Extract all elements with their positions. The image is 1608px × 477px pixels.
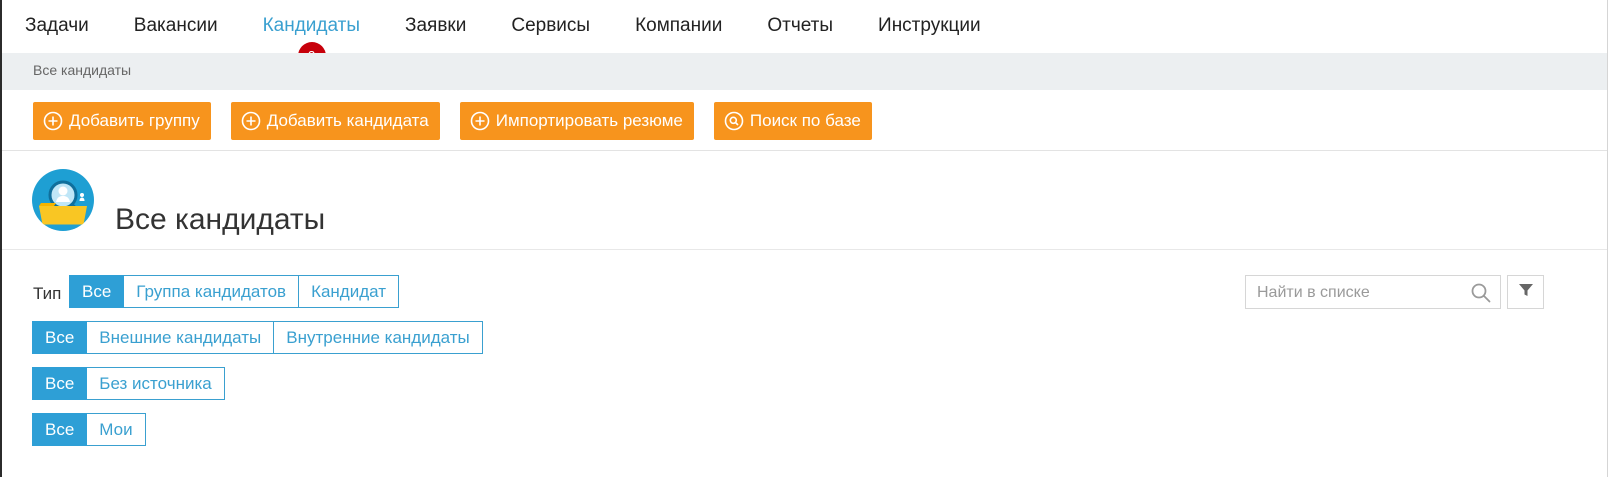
type-filter-all[interactable]: Все: [69, 275, 125, 308]
nav-item-requests[interactable]: Заявки: [405, 14, 466, 40]
divider: [2, 150, 1607, 151]
source-filter: Все Без источника: [32, 367, 225, 400]
import-resume-button[interactable]: Импортировать резюме: [459, 102, 694, 140]
type-filter-candidate[interactable]: Кандидат: [299, 275, 400, 308]
search-circle-icon: [724, 111, 744, 131]
search-icon[interactable]: [1470, 282, 1492, 309]
main-nav: Задачи Вакансии Кандидаты 3 Заявки Серви…: [25, 14, 1026, 70]
origin-filter: Все Внешние кандидаты Внутренние кандида…: [32, 321, 483, 354]
filter-button[interactable]: [1507, 275, 1544, 309]
plus-circle-icon: [43, 111, 63, 131]
nav-item-reports[interactable]: Отчеты: [767, 14, 833, 40]
plus-circle-icon: [470, 111, 490, 131]
nav-item-tasks[interactable]: Задачи: [25, 14, 89, 40]
nav-item-services[interactable]: Сервисы: [511, 14, 590, 40]
type-filter-label: Тип: [33, 284, 62, 303]
origin-filter-all[interactable]: Все: [32, 321, 88, 354]
page-title: Все кандидаты: [115, 203, 326, 237]
breadcrumb-bar: Все кандидаты: [2, 53, 1607, 90]
divider: [2, 249, 1607, 250]
nav-item-candidates-label: Кандидаты: [262, 15, 360, 36]
filter-icon: [1518, 282, 1534, 303]
type-filter-group[interactable]: Группа кандидатов: [124, 275, 300, 308]
origin-filter-external[interactable]: Внешние кандидаты: [87, 321, 275, 354]
type-filter: Все Группа кандидатов Кандидат: [69, 275, 400, 308]
nav-item-candidates[interactable]: Кандидаты 3: [262, 14, 360, 70]
search-database-label: Поиск по базе: [749, 111, 861, 130]
add-candidate-label: Добавить кандидата: [266, 111, 429, 130]
search-database-button[interactable]: Поиск по базе: [713, 102, 872, 140]
breadcrumb: Все кандидаты: [33, 62, 132, 78]
plus-circle-icon: [241, 111, 261, 131]
nav-item-companies[interactable]: Компании: [635, 14, 722, 40]
add-group-button[interactable]: Добавить группу: [33, 102, 211, 140]
nav-item-instructions[interactable]: Инструкции: [878, 14, 981, 40]
add-group-label: Добавить группу: [69, 111, 200, 130]
owner-filter-all[interactable]: Все: [32, 413, 88, 446]
source-filter-all[interactable]: Все: [32, 367, 88, 400]
candidates-folder-icon: [32, 169, 94, 231]
source-filter-no-source[interactable]: Без источника: [87, 367, 225, 400]
origin-filter-internal[interactable]: Внутренние кандидаты: [274, 321, 483, 354]
owner-filter-mine[interactable]: Мои: [87, 413, 146, 446]
add-candidate-button[interactable]: Добавить кандидата: [230, 102, 440, 140]
import-resume-label: Импортировать резюме: [495, 111, 683, 130]
owner-filter: Все Мои: [32, 413, 146, 446]
search-placeholder: Найти в списке: [1257, 284, 1370, 301]
nav-item-vacancies[interactable]: Вакансии: [134, 14, 218, 40]
list-search-input[interactable]: Найти в списке: [1245, 275, 1501, 309]
action-toolbar: Добавить группу Добавить кандидата Импор…: [33, 102, 892, 140]
